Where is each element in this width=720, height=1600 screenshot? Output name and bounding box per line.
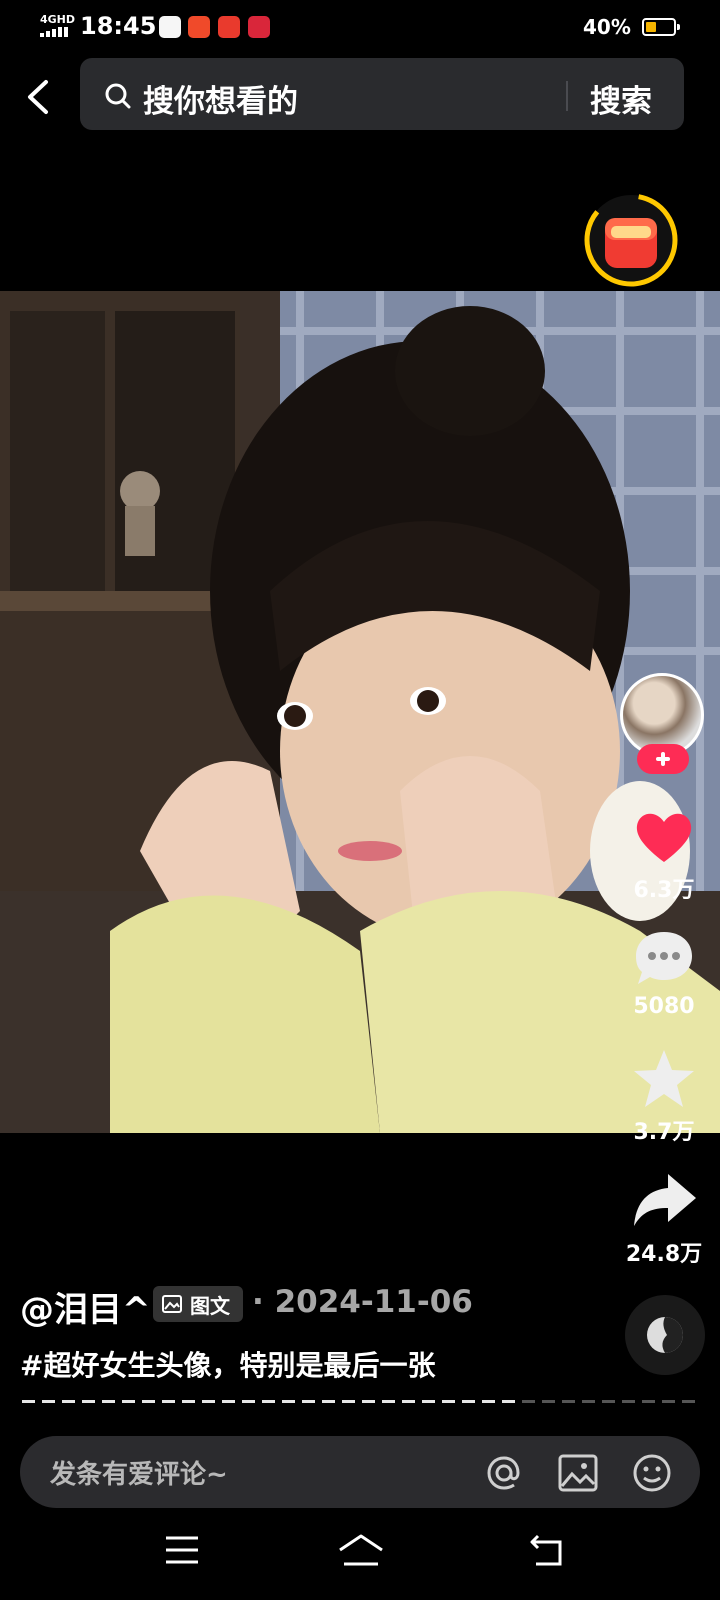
red-packet-icon[interactable]	[583, 192, 679, 288]
progress-segment	[202, 1400, 215, 1403]
progress-segment	[382, 1400, 395, 1403]
progress-segment	[102, 1400, 115, 1403]
image-icon[interactable]	[556, 1452, 600, 1494]
post-caption[interactable]: #超好女生头像，特别是最后一张	[20, 1344, 435, 1384]
menu-icon[interactable]	[162, 1532, 202, 1568]
post-date: · 2024-11-06	[252, 1284, 473, 1320]
music-disc-art	[647, 1317, 683, 1353]
music-disc-icon[interactable]	[625, 1295, 705, 1375]
author-name[interactable]: @泪目^	[20, 1282, 151, 1331]
post-type-label: 图文	[190, 1294, 230, 1318]
progress-segment	[282, 1400, 295, 1403]
comment-input[interactable]: 发条有爱评论~	[50, 1454, 228, 1491]
progress-segment	[522, 1400, 535, 1403]
progress-segment	[342, 1400, 355, 1403]
progress-segment	[402, 1400, 415, 1403]
progress-segment	[22, 1400, 35, 1403]
progress-segment	[542, 1400, 555, 1403]
share-count: 24.8万	[625, 1242, 703, 1267]
back-arrow-icon[interactable]	[22, 74, 62, 120]
progress-segment	[682, 1400, 695, 1403]
progress-segment	[142, 1400, 155, 1403]
network-indicator: 4GHD	[40, 13, 76, 26]
progress-segment	[602, 1400, 615, 1403]
battery-percent: 40%	[583, 15, 631, 39]
search-icon	[105, 83, 131, 109]
progress-segment	[582, 1400, 595, 1403]
like-count: 6.3万	[633, 878, 695, 903]
signal-icon	[40, 27, 68, 37]
battery-icon	[642, 18, 680, 36]
image-text-icon	[162, 1295, 182, 1313]
share-icon[interactable]	[630, 1168, 698, 1232]
progress-segment	[162, 1400, 175, 1403]
red-app-icon-2	[218, 16, 240, 38]
back-nav-icon[interactable]	[528, 1532, 568, 1568]
emoji-icon[interactable]	[630, 1452, 674, 1494]
progress-segment	[482, 1400, 495, 1403]
home-icon[interactable]	[336, 1532, 386, 1568]
progress-segment	[262, 1400, 275, 1403]
progress-segment	[422, 1400, 435, 1403]
progress-segment	[622, 1400, 635, 1403]
search-button[interactable]: 搜索	[590, 76, 652, 121]
red-app-icon-3	[248, 16, 270, 38]
favorite-count: 3.7万	[633, 1120, 695, 1145]
progress-segment	[662, 1400, 675, 1403]
progress-segment	[502, 1400, 515, 1403]
progress-segment	[62, 1400, 75, 1403]
progress-segment	[322, 1400, 335, 1403]
star-icon[interactable]	[630, 1046, 698, 1110]
progress-segment	[562, 1400, 575, 1403]
search-divider	[566, 81, 568, 111]
progress-segment	[302, 1400, 315, 1403]
progress-segment	[642, 1400, 655, 1403]
follow-plus-button[interactable]	[637, 744, 689, 774]
progress-segment	[362, 1400, 375, 1403]
search-input[interactable]: 搜你想看的	[143, 76, 298, 121]
progress-segment	[42, 1400, 55, 1403]
progress-segment	[182, 1400, 195, 1403]
progress-segment	[222, 1400, 235, 1403]
progress-segment	[462, 1400, 475, 1403]
100-app-icon	[159, 16, 181, 38]
progress-segment	[82, 1400, 95, 1403]
image-progress-indicator	[22, 1400, 698, 1404]
battery-fill	[646, 22, 657, 32]
heart-icon[interactable]	[630, 804, 698, 868]
comment-icon[interactable]	[630, 926, 698, 990]
red-app-icon-1	[188, 16, 210, 38]
progress-segment	[242, 1400, 255, 1403]
mention-icon[interactable]	[482, 1452, 526, 1494]
status-time: 18:45	[80, 12, 157, 40]
comment-count: 5080	[633, 994, 695, 1019]
progress-segment	[122, 1400, 135, 1403]
progress-segment	[442, 1400, 455, 1403]
